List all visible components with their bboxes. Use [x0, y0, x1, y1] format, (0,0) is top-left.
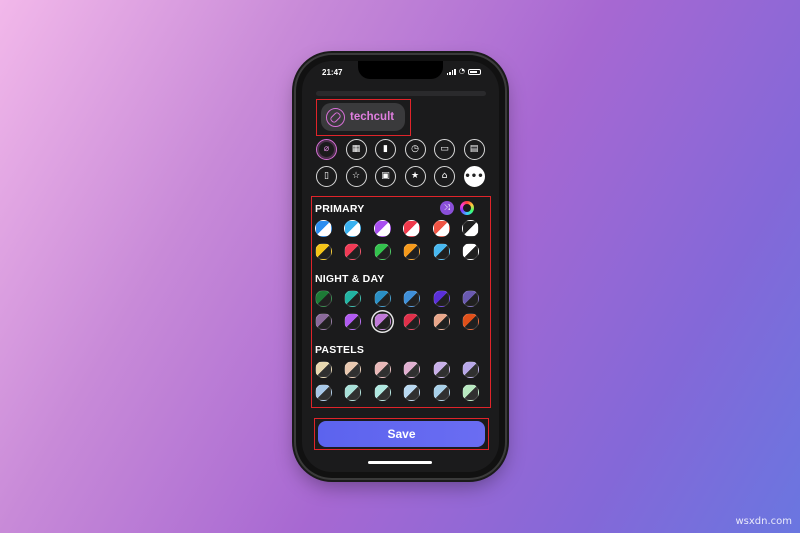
- document-icon[interactable]: ▤: [463, 139, 485, 160]
- icon-row-2: ▯ ☆ ▣ ★ ⌂ •••: [316, 166, 485, 187]
- more-icon[interactable]: •••: [463, 166, 485, 187]
- calendar-icon[interactable]: ▣: [375, 166, 396, 187]
- signal-icon: [446, 68, 456, 75]
- phone-screen: 21:47 ◔ techcult ⌀ ▦ ▮ ◷ ▭ ▤ ▯ ☆ ▣ ★ ⌂ ••• PRIMARY…: [302, 61, 499, 472]
- wifi-icon: ◔: [458, 67, 465, 75]
- starburst-icon[interactable]: ★: [404, 166, 426, 187]
- status-icons: ◔: [446, 67, 481, 75]
- status-time: 21:47: [322, 68, 343, 77]
- price-tag-icon[interactable]: ⌂: [434, 166, 455, 187]
- highlight-save: [314, 418, 489, 450]
- watermark: wsxdn.com: [735, 516, 792, 527]
- top-bar: [316, 91, 486, 96]
- map-icon[interactable]: ▦: [345, 139, 367, 160]
- battery-icon: [468, 68, 481, 75]
- star-icon[interactable]: ☆: [345, 166, 367, 187]
- icon-row-1: ⌀ ▦ ▮ ◷ ▭ ▤: [316, 139, 485, 160]
- phone-frame: 21:47 ◔ techcult ⌀ ▦ ▮ ◷ ▭ ▤ ▯ ☆ ▣ ★ ⌂ ••• PRIMARY…: [296, 55, 505, 478]
- highlight-color-panel: [311, 196, 491, 408]
- bookmark-outline-icon[interactable]: ▯: [316, 166, 337, 187]
- tag-icon[interactable]: ⌀: [316, 139, 337, 160]
- highlight-badge: [316, 99, 411, 136]
- monitor-icon[interactable]: ▭: [434, 139, 455, 160]
- home-indicator[interactable]: [368, 461, 432, 464]
- clock-icon[interactable]: ◷: [404, 139, 426, 160]
- status-bar: 21:47 ◔: [302, 67, 499, 79]
- bookmark-icon[interactable]: ▮: [375, 139, 396, 160]
